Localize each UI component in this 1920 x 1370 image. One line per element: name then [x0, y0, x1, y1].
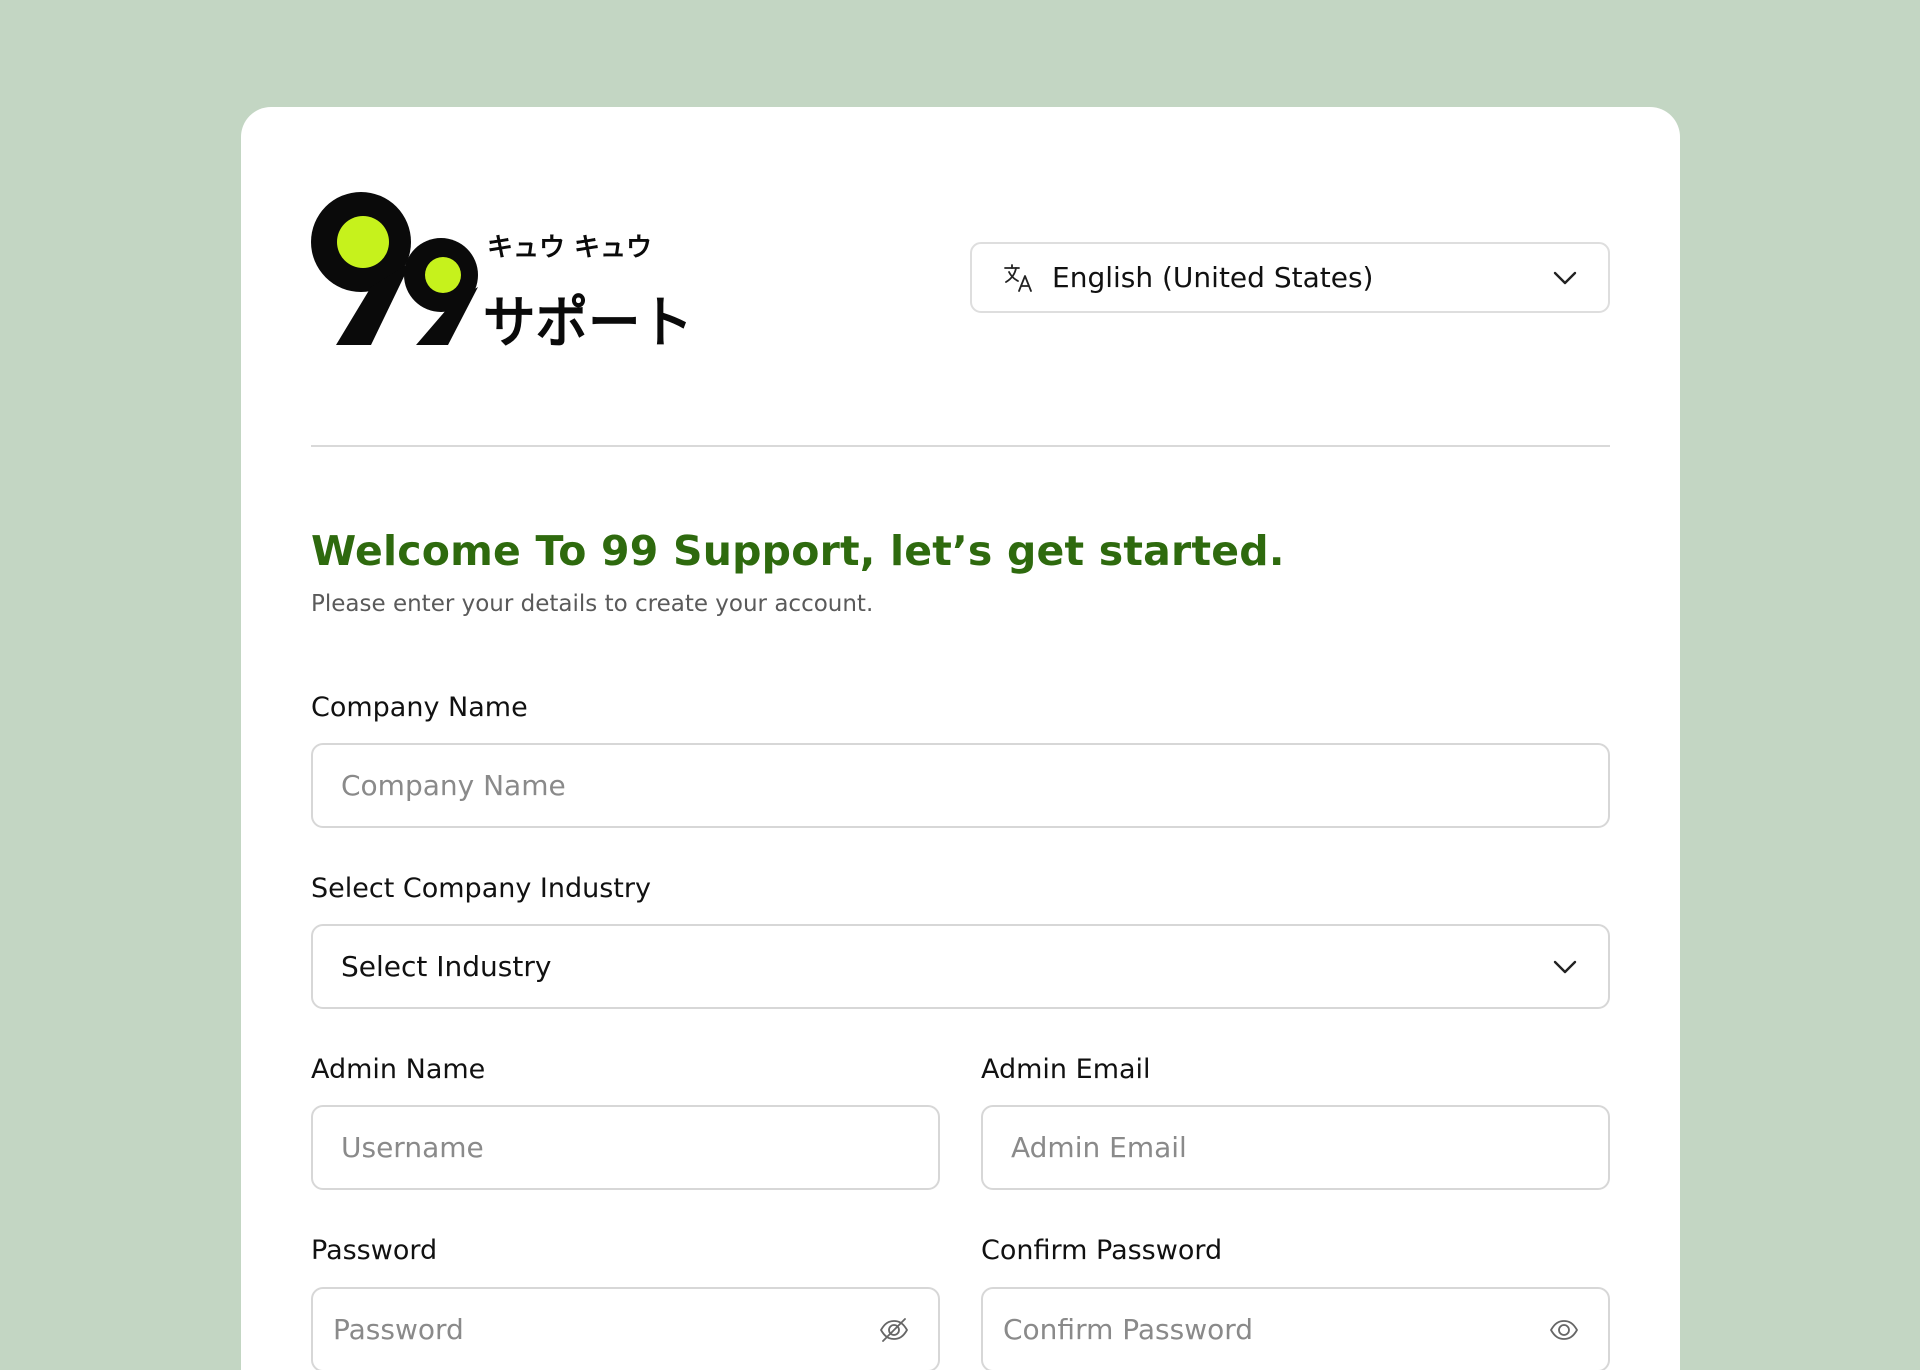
chevron-down-icon — [1550, 952, 1580, 982]
confirm-password-input[interactable] — [1003, 1313, 1538, 1346]
industry-label: Select Company Industry — [311, 873, 651, 904]
company-name-field — [311, 743, 1610, 828]
admin-email-field — [981, 1105, 1610, 1190]
confirm-password-field — [981, 1287, 1610, 1370]
logo-kana-large: サポート — [483, 291, 693, 352]
language-select-value: English (United States) — [1052, 261, 1374, 294]
password-label: Password — [311, 1235, 438, 1266]
eye-off-icon[interactable] — [878, 1314, 910, 1346]
password-field — [311, 1287, 940, 1370]
page-subtitle: Please enter your details to create your… — [311, 591, 874, 617]
signup-card: キュウ キュウ サポート English (United States) Wel… — [241, 107, 1680, 1370]
admin-name-field — [311, 1105, 940, 1190]
translate-icon — [1002, 261, 1036, 295]
language-select[interactable]: English (United States) — [970, 242, 1610, 313]
industry-select[interactable]: Select Industry — [311, 924, 1610, 1009]
admin-email-input[interactable] — [1011, 1131, 1580, 1164]
industry-select-value: Select Industry — [341, 950, 552, 983]
company-name-label: Company Name — [311, 692, 528, 723]
logo-kana-small: キュウ キュウ — [487, 233, 652, 263]
header-divider — [311, 445, 1610, 447]
eye-icon[interactable] — [1548, 1314, 1580, 1346]
page-title: Welcome To 99 Support, let’s get started… — [311, 527, 1285, 575]
confirm-password-label: Confirm Password — [981, 1235, 1223, 1266]
admin-name-input[interactable] — [341, 1131, 910, 1164]
brand-logo: キュウ キュウ サポート — [311, 192, 693, 352]
admin-email-label: Admin Email — [981, 1054, 1151, 1085]
admin-name-label: Admin Name — [311, 1054, 486, 1085]
chevron-down-icon — [1550, 263, 1580, 293]
password-input[interactable] — [333, 1313, 868, 1346]
company-name-input[interactable] — [341, 769, 1580, 802]
